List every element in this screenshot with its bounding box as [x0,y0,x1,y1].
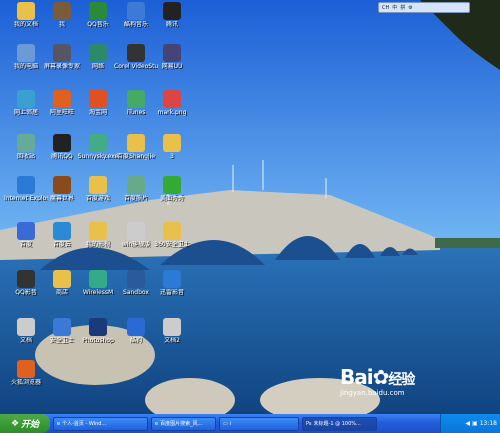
globe-icon [17,90,35,108]
task-label: 百度图片搜索_风... [160,421,203,427]
windows-logo-icon: ❖ [10,418,20,429]
recycle-icon [17,134,35,152]
watermark-brand2: 经验 [388,372,415,388]
desktop: 我的文档我 QQ音乐 酷狗音乐 腾讯 我的电脑 屏幕录像专家 网络 Corel VideoSt… [0,0,500,433]
desktop-icon-label: 360安全卫士 [154,241,190,248]
langbar-item[interactable]: 拼 [400,4,405,11]
langbar-item[interactable]: CH [382,5,389,11]
folder-icon [17,2,35,20]
language-bar[interactable]: CH 中 拼 ⚙ [378,2,470,13]
qq-icon [53,134,71,152]
image-icon [163,90,181,108]
ie-icon [17,176,35,194]
taskbar-button[interactable]: e 个人-首页 - Wind... [53,416,148,431]
cloud-icon [53,222,71,240]
shop-icon [89,90,107,108]
text-icon [163,318,181,336]
folder-icon [89,222,107,240]
langbar-item[interactable]: ⚙ [408,5,412,11]
task-label: 个人-首页 - Wind... [62,421,107,427]
warcraft-icon [53,176,71,194]
sandbox-icon [127,270,145,288]
watermark-url: jingyan.baidu.com [340,389,405,397]
clock[interactable]: 13:18 [480,420,497,427]
desktop-icon-label: 腾讯 [165,21,178,28]
network-icon [89,44,107,62]
desktop-icon[interactable]: 3 [150,134,194,160]
task-label: i [229,420,232,427]
wireless-icon [89,270,107,288]
thunder-icon [163,270,181,288]
desktop-icon-label: 美图秀秀 [159,195,184,202]
taskbar-button[interactable]: e 百度图片搜索_风... [151,416,216,431]
taskbar-button[interactable]: ▭ i [219,416,299,431]
ie-icon: e [57,420,61,427]
start-label: 开始 [21,420,40,430]
desktop-icon[interactable]: 迅雷影音 [150,270,194,296]
desktop-icon-label: 火狐浏览器 [10,379,41,386]
firefox-icon [17,360,35,378]
taskbar: ❖ 开始 e 个人-首页 - Wind... e 百度图片搜索_风... ▭ i… [0,414,500,433]
folder-icon: ▭ [223,420,228,427]
music-icon [89,2,107,20]
text-icon [127,222,145,240]
desktop-icon[interactable]: 文档2 [150,318,194,344]
baidu-icon [17,222,35,240]
desktop-icon[interactable]: 火狐浏览器 [4,360,48,386]
app-icon [89,134,107,152]
desktop-icon[interactable]: 网易UU [150,44,194,70]
computer-icon [17,44,35,62]
desktop-icon-label: 文档2 [164,337,180,344]
ie-icon: e [155,420,159,427]
folder-icon [163,222,181,240]
paw-icon: ✿ [372,365,390,389]
ps-icon [89,318,107,336]
text-icon [17,318,35,336]
desktop-icon[interactable]: 美图秀秀 [150,176,194,202]
taskbar-button[interactable]: Ps 未标题-1 @ 100%... [302,416,377,431]
baidu-jingyan-watermark: Bai✿经验 jingyan.baidu.com [340,365,415,397]
dog-icon [127,2,145,20]
photoshop-icon: Ps [306,420,312,427]
desktop-icon-label: 网易UU [161,63,183,70]
system-tray: ◀ ▣ 13:18 [440,414,500,433]
game-icon [163,44,181,62]
volume-icon[interactable]: ◀ [465,420,470,427]
shield-icon [53,318,71,336]
photo-icon [127,176,145,194]
itunes-icon [127,90,145,108]
chat-icon [53,90,71,108]
folder-icon [89,176,107,194]
person-icon [53,2,71,20]
desktop-icon[interactable]: 腾讯 [150,2,194,28]
folder-icon [163,134,181,152]
desktop-icon-label: mark.png [157,109,187,116]
desktop-icon[interactable]: 360安全卫士 [150,222,194,248]
langbar-item[interactable]: 中 [392,4,397,11]
desktop-icon-label: 3 [170,153,174,160]
desktop-icon-label: 迅雷影音 [159,289,184,296]
folder-icon [53,270,71,288]
player-icon [17,270,35,288]
video-icon [127,44,145,62]
k-icon [127,318,145,336]
network-icon[interactable]: ▣ [472,420,478,427]
watermark-brand: Bai [340,365,374,389]
start-button[interactable]: ❖ 开始 [0,414,50,433]
desktop-icon[interactable]: mark.png [150,90,194,116]
recorder-icon [53,44,71,62]
folder-icon [127,134,145,152]
task-label: 未标题-1 @ 100%... [313,421,361,427]
penguin-icon [163,2,181,20]
pen-icon [163,176,181,194]
